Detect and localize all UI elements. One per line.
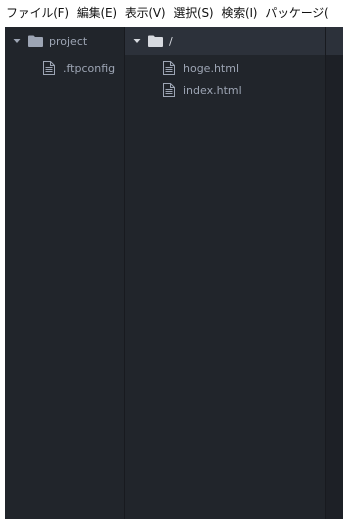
file-text-icon <box>43 61 55 75</box>
local-tree-pane: project .ftpconfig <box>5 27 124 519</box>
project-folder-row[interactable]: project <box>5 27 124 55</box>
file-label: .ftpconfig <box>63 61 116 75</box>
remote-root-folder-label: / <box>169 34 173 48</box>
file-text-icon <box>163 61 175 75</box>
file-label: hoge.html <box>183 61 240 75</box>
remote-tree-pane: / hoge.html index.html <box>125 27 325 519</box>
gutter-header <box>326 27 343 55</box>
file-item-ftpconfig[interactable]: .ftpconfig <box>43 58 115 78</box>
menu-view[interactable]: 表示(V) <box>122 0 169 27</box>
project-folder-label: project <box>49 34 88 48</box>
app-window: project .ftpconfig / hoge.html index.htm… <box>5 27 343 519</box>
folder-icon <box>28 35 43 47</box>
menu-bar: ファイル(F) 編集(E) 表示(V) 選択(S) 検索(I) パッケージ( <box>0 0 343 27</box>
remote-root-folder-row[interactable]: / <box>125 27 325 55</box>
menu-selection[interactable]: 選択(S) <box>170 0 216 27</box>
menu-edit[interactable]: 編集(E) <box>74 0 120 27</box>
file-text-icon <box>163 83 175 97</box>
editor-gutter <box>325 27 343 519</box>
folder-icon <box>148 35 163 47</box>
menu-file[interactable]: ファイル(F) <box>0 0 72 27</box>
menu-find[interactable]: 検索(I) <box>218 0 260 27</box>
file-label: index.html <box>183 83 242 97</box>
chevron-down-icon[interactable] <box>12 36 22 46</box>
file-item-index-html[interactable]: index.html <box>163 80 242 100</box>
file-item-hoge-html[interactable]: hoge.html <box>163 58 239 78</box>
menu-packages[interactable]: パッケージ( <box>262 0 331 27</box>
chevron-down-icon[interactable] <box>132 36 142 46</box>
